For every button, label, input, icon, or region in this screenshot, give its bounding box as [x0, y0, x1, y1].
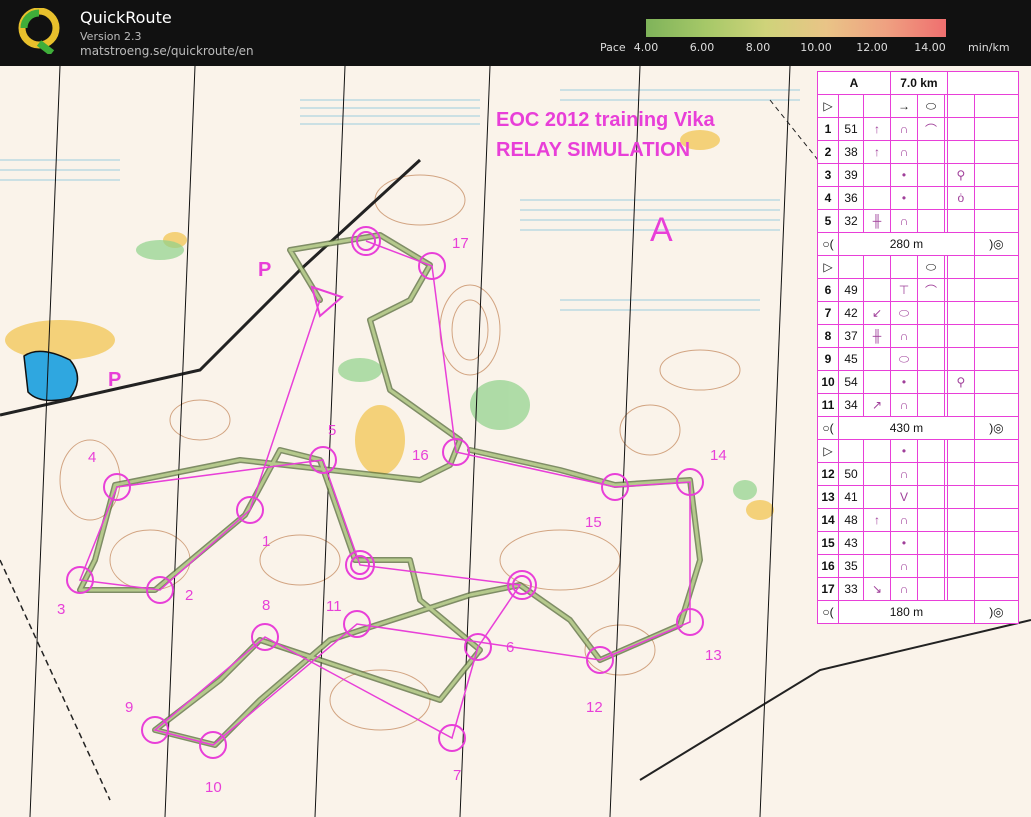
control-row-number: 5: [817, 209, 839, 233]
control-row-number: 15: [817, 531, 839, 555]
control-code: 37: [838, 324, 864, 348]
control-code: 42: [838, 301, 864, 325]
control-code: 50: [838, 462, 864, 486]
app-header: QuickRoute Version 2.3 matstroeng.se/qui…: [0, 0, 1031, 66]
control-number: 1: [262, 533, 270, 550]
control-code: 32: [838, 209, 864, 233]
control-row-number: 13: [817, 485, 839, 509]
leg-distance: 280 m: [838, 232, 975, 256]
control-number: 4: [88, 449, 96, 466]
control-number: 3: [57, 601, 65, 618]
start-icon: ▷: [817, 94, 839, 118]
control-number: 7: [453, 767, 461, 784]
control-code: 54: [838, 370, 864, 394]
control-row-number: 12: [817, 462, 839, 486]
course-letter: A: [650, 211, 673, 249]
control-row-number: 8: [817, 324, 839, 348]
control-code: 33: [838, 577, 864, 601]
control-number: 8: [262, 597, 270, 614]
control-code: 38: [838, 140, 864, 164]
leg-distance: 180 m: [838, 600, 975, 624]
control-number: 14: [710, 447, 727, 464]
pace-tick: 12.00: [856, 41, 888, 54]
control-code: 49: [838, 278, 864, 302]
control-code: 36: [838, 186, 864, 210]
pace-label: Pace: [600, 41, 626, 54]
control-row-number: 11: [817, 393, 839, 417]
control-row-number: 9: [817, 347, 839, 371]
control-code: 41: [838, 485, 864, 509]
control-number: 6: [506, 639, 514, 656]
start-icon: ▷: [817, 255, 839, 279]
control-description-sheet: A 7.0 km ▷ → ⬭ 1 51 ↑ ∩ ⌒ 2 38 ↑ ∩ 3 39 • ⚲ 4 36 • ȯ 53…: [817, 71, 1020, 624]
start-icon: ▷: [817, 439, 839, 463]
course-name: A: [817, 71, 891, 95]
control-number: 12: [586, 699, 603, 716]
parking-label: P: [258, 259, 271, 281]
control-row-number: 4: [817, 186, 839, 210]
app-version: Version 2.3: [80, 30, 142, 43]
leg-distance: 430 m: [838, 416, 975, 440]
control-row-number: 7: [817, 301, 839, 325]
app-url[interactable]: matstroeng.se/quickroute/en: [80, 44, 254, 58]
control-row-number: 17: [817, 577, 839, 601]
control-code: 35: [838, 554, 864, 578]
control-row-number: 6: [817, 278, 839, 302]
control-number: 9: [125, 699, 133, 716]
control-code: 34: [838, 393, 864, 417]
pace-tick: 14.00: [914, 41, 946, 54]
control-code: 45: [838, 347, 864, 371]
control-number: 13: [705, 647, 722, 664]
control-number: 16: [412, 447, 429, 464]
control-row-number: 14: [817, 508, 839, 532]
pace-tick: 6.00: [689, 41, 715, 54]
control-code: 48: [838, 508, 864, 532]
control-code: 39: [838, 163, 864, 187]
control-code: 51: [838, 117, 864, 141]
pace-tick: 8.00: [745, 41, 771, 54]
pace-unit: min/km: [968, 41, 1010, 54]
control-number: 17: [452, 235, 469, 252]
control-row-number: 1: [817, 117, 839, 141]
control-row-number: 3: [817, 163, 839, 187]
control-row-number: 16: [817, 554, 839, 578]
parking-label: P: [108, 369, 121, 391]
control-row-number: 10: [817, 370, 839, 394]
pace-color-scale: [646, 19, 946, 37]
map-subtitle: RELAY SIMULATION: [496, 139, 690, 161]
control-row-number: 2: [817, 140, 839, 164]
control-number: 15: [585, 514, 602, 531]
course-length: 7.0 km: [890, 71, 948, 95]
control-number: 2: [185, 587, 193, 604]
pace-tick: 4.00: [633, 41, 659, 54]
quickroute-logo-icon: [18, 8, 60, 54]
app-title: QuickRoute: [80, 8, 172, 27]
pace-tick: 10.00: [800, 41, 832, 54]
control-number: 11: [326, 598, 342, 615]
map-title: EOC 2012 training Vika: [496, 109, 715, 131]
control-number: 10: [205, 779, 222, 796]
control-number: 5: [328, 422, 336, 439]
control-code: 43: [838, 531, 864, 555]
